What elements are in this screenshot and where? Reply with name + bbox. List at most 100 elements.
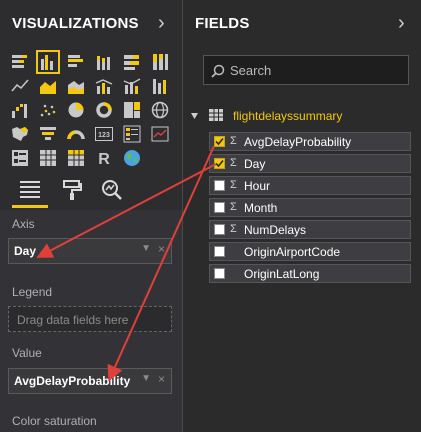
funnel-icon-glyph [40, 127, 56, 140]
pie-chart-icon[interactable] [66, 100, 86, 120]
field-checkbox[interactable] [214, 268, 225, 279]
svg-text:R: R [98, 151, 110, 167]
kpi-icon[interactable] [150, 124, 170, 144]
donut-chart-icon[interactable] [94, 100, 114, 120]
sigma-icon: Σ [230, 223, 237, 235]
visualization-subtabs [0, 172, 182, 210]
treemap-icon[interactable] [122, 100, 142, 120]
funnel-icon[interactable] [38, 124, 58, 144]
field-name: NumDelays [244, 223, 307, 237]
100-bar-icon-glyph [124, 55, 139, 70]
field-item[interactable]: Σ Day [209, 154, 411, 173]
card-icon[interactable]: 123 [94, 124, 114, 144]
value-dropdown-icon[interactable]: ▼ [141, 373, 151, 384]
line-column-2-icon-glyph [123, 78, 141, 94]
axis-well[interactable]: Day ▼ × [8, 238, 172, 264]
r-visual-icon[interactable]: R [94, 148, 114, 168]
100-column-icon[interactable] [150, 52, 170, 72]
filled-map-icon[interactable] [10, 124, 30, 144]
field-checkbox[interactable] [214, 224, 225, 235]
line-column-icon-glyph [95, 79, 113, 94]
paint-roller-icon [63, 180, 82, 200]
field-checkbox[interactable] [214, 136, 225, 147]
color-saturation-label: Color saturation [12, 414, 97, 428]
analytics-tab[interactable] [94, 172, 130, 208]
value-label: Value [12, 346, 42, 360]
table-node[interactable]: flightdelayssummary [189, 106, 409, 126]
clustered-bar-icon[interactable] [66, 52, 86, 72]
format-tab[interactable] [54, 172, 90, 208]
clustered-bar-icon-glyph [68, 55, 83, 67]
100-bar-icon[interactable] [122, 52, 142, 72]
fields-pane: FIELDS › Search flightdelayssummary Σ Avg… [183, 0, 421, 432]
multirow-card-icon[interactable] [122, 124, 142, 144]
area-chart-icon[interactable] [38, 76, 58, 96]
waterfall-icon[interactable] [10, 100, 30, 120]
stacked-column-icon[interactable] [94, 52, 114, 72]
search-icon [211, 64, 225, 78]
field-checkbox[interactable] [214, 202, 225, 213]
legend-well[interactable]: Drag data fields here [8, 306, 172, 332]
field-checkbox[interactable] [214, 246, 225, 257]
globe-map-icon-glyph [124, 150, 140, 166]
value-well[interactable]: AvgDelayProbability ▼ × [8, 368, 172, 394]
matrix-icon[interactable] [66, 148, 86, 168]
fields-title: FIELDS [195, 15, 250, 32]
field-item[interactable]: Σ AvgDelayProbability [209, 132, 411, 151]
field-name: Hour [244, 179, 271, 193]
line-column-icon[interactable] [94, 76, 114, 96]
visualizations-title: VISUALIZATIONS [12, 15, 139, 32]
axis-remove-icon[interactable]: × [158, 242, 165, 256]
field-item[interactable]: Σ Month [209, 198, 411, 217]
checkmark-icon [215, 137, 224, 146]
field-item[interactable]: OriginLatLong [209, 264, 411, 283]
matrix-icon-glyph [68, 150, 84, 166]
clustered-column-icon[interactable] [36, 50, 60, 74]
field-checkbox[interactable] [214, 180, 225, 191]
field-item[interactable]: OriginAirportCode [209, 242, 411, 261]
value-field: AvgDelayProbability [14, 374, 131, 388]
legend-label: Legend [12, 285, 53, 299]
value-remove-icon[interactable]: × [158, 372, 165, 386]
collapse-fields-button[interactable]: › [398, 12, 405, 35]
collapse-visualizations-button[interactable]: › [158, 12, 165, 35]
clustered-column-icon-glyph [41, 55, 53, 70]
slicer-icon[interactable] [10, 148, 30, 168]
scatter-icon[interactable] [38, 100, 58, 120]
treemap-icon-glyph [124, 102, 140, 118]
checkmark-icon [215, 159, 224, 168]
field-name: OriginAirportCode [244, 245, 341, 259]
globe-icon[interactable] [150, 100, 170, 120]
sigma-icon: Σ [230, 201, 237, 213]
field-checkbox[interactable] [214, 158, 225, 169]
field-wells: Axis Day ▼ × Legend Drag data fields her… [0, 210, 182, 432]
kpi-icon-glyph [151, 126, 169, 142]
field-item[interactable]: Σ Hour [209, 176, 411, 195]
line-chart-icon[interactable] [10, 76, 30, 96]
stacked-bar-icon[interactable] [10, 52, 30, 72]
field-name: AvgDelayProbability [244, 135, 352, 149]
fields-header: FIELDS › [183, 0, 421, 48]
table-icon[interactable] [38, 148, 58, 168]
field-name: Day [244, 157, 266, 171]
search-placeholder: Search [230, 63, 272, 78]
field-item[interactable]: Σ NumDelays [209, 220, 411, 239]
stacked-area-icon[interactable] [66, 76, 86, 96]
scatter-icon-glyph [40, 104, 56, 117]
gauge-icon[interactable] [66, 124, 86, 144]
globe-map-icon[interactable] [122, 148, 142, 168]
sigma-icon: Σ [230, 157, 237, 169]
fields-well-icon [20, 180, 40, 198]
ribbon-chart-icon[interactable] [150, 76, 170, 96]
expand-triangle-icon[interactable] [191, 112, 199, 120]
sigma-icon: Σ [230, 135, 237, 147]
line-column-2-icon[interactable] [122, 76, 142, 96]
search-input[interactable]: Search [203, 55, 409, 85]
waterfall-icon-glyph [12, 104, 27, 118]
fields-tab[interactable] [12, 172, 48, 208]
axis-dropdown-icon[interactable]: ▼ [141, 243, 151, 254]
multirow-card-icon-glyph [123, 125, 141, 143]
globe-icon-glyph [151, 101, 169, 119]
ribbon-chart-icon-glyph [153, 79, 166, 94]
sigma-icon: Σ [230, 179, 237, 191]
